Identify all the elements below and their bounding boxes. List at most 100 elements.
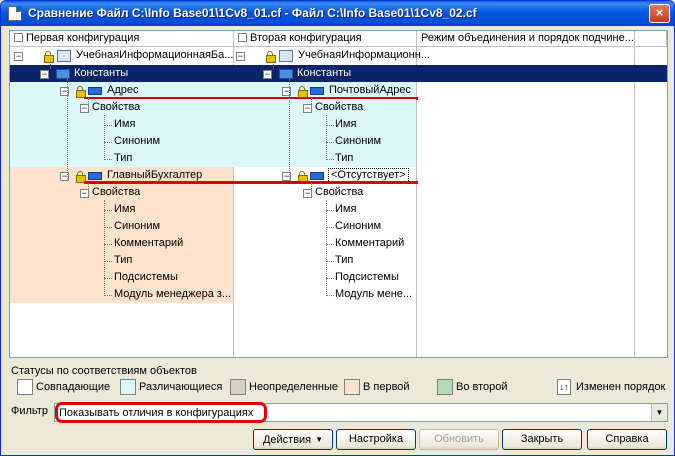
- column-header-merge-mode[interactable]: Режим объединения и порядок подчине...: [417, 31, 635, 47]
- filter-highlight: [55, 402, 267, 423]
- tree-connector: [289, 79, 290, 179]
- tree-connector: [326, 142, 334, 143]
- title-bar[interactable]: Сравнение Файл C:\Info Base01\1Cv8_01.cf…: [1, 1, 674, 26]
- node-label-first: Синоним: [114, 135, 161, 147]
- node-label-second: Подсистемы: [335, 271, 399, 283]
- comparison-tree[interactable]: Первая конфигурация Вторая конфигурация …: [9, 30, 668, 358]
- color-swatch: [120, 379, 136, 395]
- node-label-first: Свойства: [92, 186, 141, 198]
- node-label-first: Модуль менеджера з...: [114, 288, 232, 300]
- tree-connector: [326, 261, 334, 262]
- tree-connector: [326, 210, 334, 211]
- tree-row[interactable]: − Свойства − Свойства: [10, 99, 667, 116]
- tree-connector: [104, 115, 105, 160]
- node-label-first: Имя: [114, 203, 136, 215]
- tree-connector: [88, 183, 89, 193]
- status-legend-label: Статусы по соответствиям объектов: [11, 365, 197, 377]
- tree-row[interactable]: − УчебнаяИнформационнаяБа... − УчебнаяИн…: [10, 47, 667, 64]
- node-label-second: Константы: [297, 67, 352, 79]
- node-label-second: Тип: [335, 152, 354, 164]
- tree-connector: [311, 98, 312, 108]
- node-label-first: Подсистемы: [114, 271, 178, 283]
- filter-select[interactable]: Показывать отличия в конфигурациях ▼: [54, 402, 668, 423]
- tree-connector: [326, 200, 327, 296]
- node-label-second: Комментарий: [335, 237, 405, 249]
- column-header-first[interactable]: Первая конфигурация: [10, 31, 234, 47]
- sort-icon: [238, 33, 247, 42]
- collapse-icon[interactable]: −: [40, 70, 49, 79]
- tree-connector: [104, 227, 112, 228]
- tree-row[interactable]: − Свойства − Свойства: [10, 184, 667, 201]
- tree-connector: [104, 142, 112, 143]
- help-button[interactable]: Справка: [587, 429, 667, 450]
- close-button[interactable]: Закрыть: [502, 429, 582, 450]
- configuration-icon: [57, 50, 71, 62]
- close-window-button[interactable]: ×: [649, 4, 670, 23]
- color-swatch: [17, 379, 33, 395]
- node-label-second: Синоним: [335, 135, 382, 147]
- constants-icon: [279, 69, 293, 79]
- tree-connector: [326, 295, 334, 296]
- order-changed-icon: ↓↑: [557, 379, 571, 395]
- lock-icon: [266, 51, 276, 63]
- tree-connector: [104, 295, 112, 296]
- constants-icon: [56, 69, 70, 79]
- chevron-down-icon: ▼: [315, 435, 324, 444]
- document-icon: [8, 6, 22, 21]
- collapse-icon[interactable]: −: [236, 52, 245, 61]
- tree-connector: [104, 200, 105, 296]
- node-label-first: Синоним: [114, 220, 161, 232]
- tree-connector: [326, 227, 334, 228]
- tree-connector: [104, 278, 112, 279]
- node-label-second: Тип: [335, 254, 354, 266]
- lock-icon: [76, 86, 86, 98]
- color-swatch: [437, 379, 453, 395]
- node-label-second: Свойства: [315, 186, 364, 198]
- tree-row-selected[interactable]: − Константы − Константы: [10, 65, 667, 82]
- node-label-second: Синоним: [335, 220, 382, 232]
- column-header-extra: [635, 31, 667, 47]
- node-label-first: Комментарий: [114, 237, 184, 249]
- tree-connector: [326, 244, 334, 245]
- tree-connector: [88, 98, 89, 108]
- tree-connector: [104, 125, 112, 126]
- collapse-icon[interactable]: −: [263, 70, 272, 79]
- collapse-icon[interactable]: −: [14, 52, 23, 61]
- tree-connector: [311, 183, 312, 193]
- tree-connector: [104, 210, 112, 211]
- node-label-first: Тип: [114, 254, 133, 266]
- tree-connector: [326, 115, 327, 160]
- tree-connector: [104, 261, 112, 262]
- tree-connector: [50, 61, 51, 69]
- node-label-first: Адрес: [107, 84, 139, 96]
- column-header-second[interactable]: Вторая конфигурация: [234, 31, 417, 47]
- lock-icon: [76, 171, 86, 183]
- tree-connector: [326, 159, 334, 160]
- node-label-second: ПочтовыйАдрес: [329, 84, 411, 96]
- node-label-second: Имя: [335, 118, 357, 130]
- lock-icon: [298, 171, 308, 183]
- node-label-first: УчебнаяИнформационнаяБа...: [76, 49, 234, 61]
- chevron-down-icon[interactable]: ▼: [651, 404, 667, 421]
- tree-connector: [104, 244, 112, 245]
- node-label-second: Имя: [335, 203, 357, 215]
- window-title: Сравнение Файл C:\Info Base01\1Cv8_01.cf…: [28, 6, 477, 20]
- settings-button[interactable]: Настройка: [336, 429, 416, 450]
- comparison-window: Сравнение Файл C:\Info Base01\1Cv8_01.cf…: [0, 0, 675, 456]
- tree-connector: [326, 278, 334, 279]
- node-label-first: Имя: [114, 118, 136, 130]
- node-label-first: Константы: [74, 67, 129, 79]
- constant-icon: [310, 172, 324, 180]
- lock-icon: [298, 86, 308, 98]
- constant-icon: [310, 87, 324, 95]
- refresh-button[interactable]: Обновить: [419, 429, 499, 450]
- lock-icon: [44, 51, 54, 63]
- actions-button[interactable]: Действия ▼: [253, 429, 333, 450]
- node-label-first: Тип: [114, 152, 133, 164]
- tree-connector: [326, 125, 334, 126]
- color-swatch: [344, 379, 360, 395]
- color-swatch: [230, 379, 246, 395]
- tree-connector: [273, 61, 274, 69]
- filter-label: Фильтр: [11, 405, 48, 417]
- constant-icon: [88, 87, 102, 95]
